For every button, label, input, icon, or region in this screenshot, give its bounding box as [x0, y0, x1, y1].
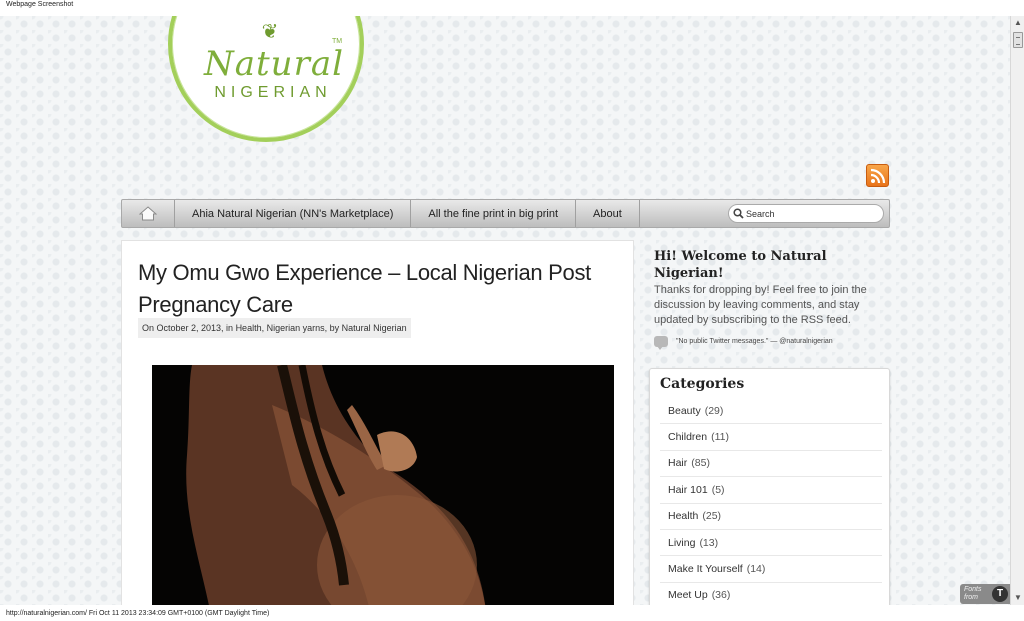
fonts-provider-badge[interactable]: Fonts from T: [960, 584, 1010, 604]
speech-bubble-icon: [654, 335, 668, 350]
nav-item-fine-print[interactable]: All the fine print in big print: [411, 200, 577, 227]
main-navigation: Ahia Natural Nigerian (NN's Marketplace)…: [121, 199, 890, 228]
post-category-health[interactable]: Health: [236, 323, 262, 333]
categories-widget: Categories Beauty (29) Children (11) Hair(…: [649, 368, 890, 605]
post-date: On October 2, 2013, in: [142, 323, 236, 333]
status-bar: http://naturalnigerian.com/ Fri Oct 11 2…: [6, 610, 270, 617]
rss-icon: [870, 168, 886, 184]
site-logo[interactable]: ❦ Natural TM NIGERIAN: [168, 16, 364, 142]
category-item[interactable]: Children (11): [660, 424, 882, 451]
twitter-message[interactable]: "No public Twitter messages." — @natural…: [676, 338, 833, 345]
category-item[interactable]: Beauty (29): [660, 398, 882, 425]
logo-trademark: TM: [332, 38, 343, 45]
category-item[interactable]: Health (25): [660, 504, 882, 530]
vertical-scrollbar[interactable]: ▲ ▼: [1010, 16, 1024, 605]
leaf-icon: ❦: [261, 21, 279, 43]
nav-home-button[interactable]: [122, 200, 175, 227]
nav-item-marketplace[interactable]: Ahia Natural Nigerian (NN's Marketplace): [175, 200, 412, 227]
category-item[interactable]: Hair (85): [660, 451, 882, 478]
welcome-heading: Hi! Welcome to Natural Nigerian!: [654, 249, 827, 281]
logo-word-nigerian: NIGERIAN: [214, 84, 332, 101]
welcome-text: Thanks for dropping by! Feel free to joi…: [654, 284, 867, 326]
category-item[interactable]: Meet Up (36): [660, 583, 882, 605]
post-panel: My Omu Gwo Experience – Local Nigerian P…: [121, 240, 634, 605]
home-icon: [139, 206, 157, 221]
pregnant-woman-photo: [152, 365, 614, 605]
scroll-down-arrow-icon[interactable]: ▼: [1013, 593, 1023, 603]
post-featured-image: [152, 365, 614, 605]
category-item[interactable]: Make It Yourself (14): [660, 556, 882, 583]
category-item[interactable]: Hair 101 (5): [660, 477, 882, 504]
page-viewport: ❦ Natural TM NIGERIAN Ahia Natural Niger…: [0, 16, 1010, 605]
post-meta: On October 2, 2013, in Health, Nigerian …: [138, 318, 411, 338]
post-author[interactable]: Natural Nigerian: [342, 323, 407, 333]
category-item[interactable]: Living (13): [660, 530, 882, 557]
logo-word-natural: Natural: [204, 44, 344, 84]
search-box: [728, 204, 884, 223]
screenshot-caption: Webpage Screenshot: [6, 1, 74, 8]
nav-item-about[interactable]: About: [576, 200, 640, 227]
twitter-feed: "No public Twitter messages." — @natural…: [654, 334, 890, 350]
rss-feed-button[interactable]: [866, 164, 889, 187]
categories-list: Beauty (29) Children (11) Hair (85) Hair 10…: [660, 398, 882, 605]
scroll-up-arrow-icon[interactable]: ▲: [1013, 18, 1023, 28]
scroll-thumb[interactable]: [1013, 32, 1023, 48]
search-input[interactable]: [746, 208, 876, 219]
post-category-nigerian-yarns[interactable]: Nigerian yarns: [267, 323, 325, 333]
search-icon: [733, 208, 744, 219]
post-title[interactable]: My Omu Gwo Experience – Local Nigerian P…: [138, 257, 624, 321]
categories-heading: Categories: [660, 376, 745, 392]
fonts-logo-icon: T: [992, 586, 1008, 602]
